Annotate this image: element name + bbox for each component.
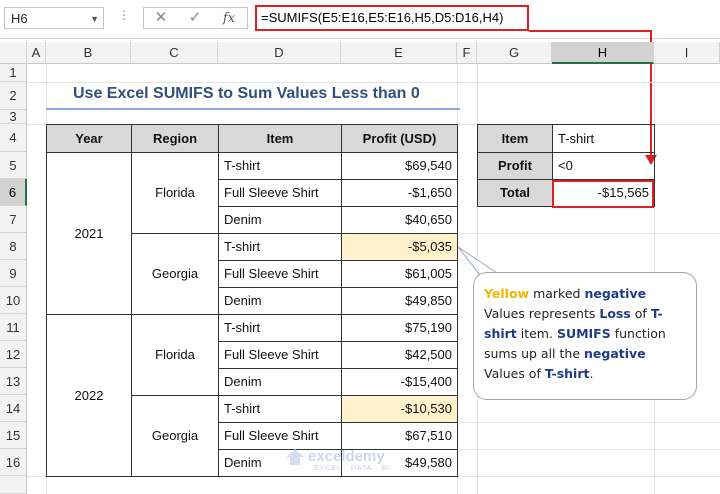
row-header-1[interactable]: 1: [0, 64, 27, 82]
row-header-8[interactable]: 8: [0, 233, 27, 260]
callout-text: T-shirt: [544, 366, 590, 381]
criteria-item-label[interactable]: Item: [477, 124, 553, 153]
exceldemy-logo-icon: [286, 449, 304, 465]
callout-text: Yellow: [484, 286, 530, 301]
criteria-profit-label[interactable]: Profit: [477, 152, 553, 180]
profit-cell[interactable]: $75,190: [341, 314, 458, 342]
callout-text: item.: [516, 326, 557, 341]
item-cell[interactable]: T-shirt: [218, 395, 342, 423]
sheet-title: Use Excel SUMIFS to Sum Values Less than…: [73, 85, 420, 102]
row-header-12[interactable]: 12: [0, 341, 27, 368]
formula-input[interactable]: =SUMIFS(E5:E16,E5:E16,H5,D5:D16,H4): [255, 5, 529, 31]
item-cell[interactable]: Full Sleeve Shirt: [218, 179, 342, 207]
column-header-f[interactable]: F: [457, 42, 477, 64]
column-header-h[interactable]: H: [552, 42, 654, 64]
column-headers: A B C D E F G H I: [0, 42, 720, 64]
profit-cell[interactable]: $42,500: [341, 341, 458, 369]
callout-text: marked: [529, 286, 585, 301]
column-header-e[interactable]: E: [341, 42, 457, 64]
region-cell[interactable]: Georgia: [131, 233, 219, 315]
column-header-b[interactable]: B: [46, 42, 131, 64]
row-header-2[interactable]: 2: [0, 82, 27, 110]
header-profit[interactable]: Profit (USD): [341, 124, 458, 153]
header-region[interactable]: Region: [131, 124, 219, 153]
item-cell[interactable]: T-shirt: [218, 152, 342, 180]
callout-text: of: [630, 306, 651, 321]
row-header-17[interactable]: [0, 476, 27, 494]
callout-text: Values of: [484, 366, 545, 381]
row-header-10[interactable]: 10: [0, 287, 27, 314]
row-header-5[interactable]: 5: [0, 152, 27, 179]
row-header-16[interactable]: 16: [0, 449, 27, 476]
insert-function-icon[interactable]: fx: [212, 9, 246, 29]
row-header-6[interactable]: 6: [0, 179, 27, 206]
row-header-7[interactable]: 7: [0, 206, 27, 233]
callout-text: negative: [584, 286, 647, 301]
column-header-c[interactable]: C: [131, 42, 218, 64]
callout-text: .: [589, 366, 594, 381]
cancel-icon[interactable]: ✕: [144, 8, 178, 28]
formula-bar: H6 ▼ ⋮ ✕ ✓ fx =SUMIFS(E5:E16,E5:E16,H5,D5:…: [0, 0, 720, 39]
year-cell[interactable]: 2022: [46, 314, 132, 477]
item-cell[interactable]: Full Sleeve Shirt: [218, 260, 342, 288]
column-header-i[interactable]: I: [654, 42, 720, 64]
annotation-line: [529, 30, 652, 32]
callout-text: SUMIFS: [556, 326, 611, 341]
chevron-down-icon[interactable]: ▼: [90, 8, 99, 30]
watermark: exceldemy: [308, 448, 385, 465]
row-header-11[interactable]: 11: [0, 314, 27, 341]
row-header-3[interactable]: 3: [0, 110, 27, 124]
item-cell[interactable]: Full Sleeve Shirt: [218, 341, 342, 369]
year-cell[interactable]: 2021: [46, 152, 132, 315]
profit-cell[interactable]: -$1,650: [341, 179, 458, 207]
name-box[interactable]: H6 ▼: [4, 7, 104, 29]
column-header-d[interactable]: D: [218, 42, 341, 64]
criteria-profit-value[interactable]: <0: [552, 152, 655, 180]
formula-buttons: ✕ ✓ fx: [143, 7, 248, 29]
column-header-g[interactable]: G: [477, 42, 552, 64]
header-item[interactable]: Item: [218, 124, 342, 153]
item-cell[interactable]: T-shirt: [218, 233, 342, 261]
row-header-15[interactable]: 15: [0, 422, 27, 449]
column-header-a[interactable]: A: [27, 42, 46, 64]
callout-text: negative: [584, 346, 646, 361]
region-cell[interactable]: Florida: [131, 152, 219, 234]
callout-text: Values represents: [484, 306, 600, 321]
row-header-13[interactable]: 13: [0, 368, 27, 395]
profit-cell-highlighted[interactable]: -$5,035: [341, 233, 458, 261]
enter-icon[interactable]: ✓: [178, 8, 212, 28]
active-cell-highlight: [552, 180, 654, 208]
region-cell[interactable]: Georgia: [131, 395, 219, 477]
header-year[interactable]: Year: [46, 124, 132, 153]
more-options-icon[interactable]: ⋮: [118, 8, 131, 22]
row-header-9[interactable]: 9: [0, 260, 27, 287]
item-cell[interactable]: Full Sleeve Shirt: [218, 422, 342, 450]
criteria-item-value[interactable]: T-shirt: [552, 124, 655, 153]
profit-cell[interactable]: $49,850: [341, 287, 458, 315]
total-label[interactable]: Total: [477, 179, 553, 207]
row-header-14[interactable]: 14: [0, 395, 27, 422]
item-cell[interactable]: Denim: [218, 287, 342, 315]
item-cell[interactable]: Denim: [218, 206, 342, 234]
callout-text: Loss: [599, 306, 631, 321]
profit-cell[interactable]: $67,510: [341, 422, 458, 450]
row-header-4[interactable]: 4: [0, 124, 27, 152]
name-box-value: H6: [11, 11, 28, 26]
item-cell[interactable]: Denim: [218, 368, 342, 396]
note-callout: Yellow marked negative Values represents…: [473, 272, 697, 400]
profit-cell-highlighted[interactable]: -$10,530: [341, 395, 458, 423]
region-cell[interactable]: Florida: [131, 314, 219, 396]
item-cell[interactable]: T-shirt: [218, 314, 342, 342]
select-all-corner[interactable]: [0, 42, 27, 64]
profit-cell[interactable]: $69,540: [341, 152, 458, 180]
profit-cell[interactable]: -$15,400: [341, 368, 458, 396]
profit-cell[interactable]: $40,650: [341, 206, 458, 234]
title-underline: [46, 108, 460, 110]
watermark-tagline: EXCEL · DATA · BI: [314, 465, 390, 472]
profit-cell[interactable]: $61,005: [341, 260, 458, 288]
